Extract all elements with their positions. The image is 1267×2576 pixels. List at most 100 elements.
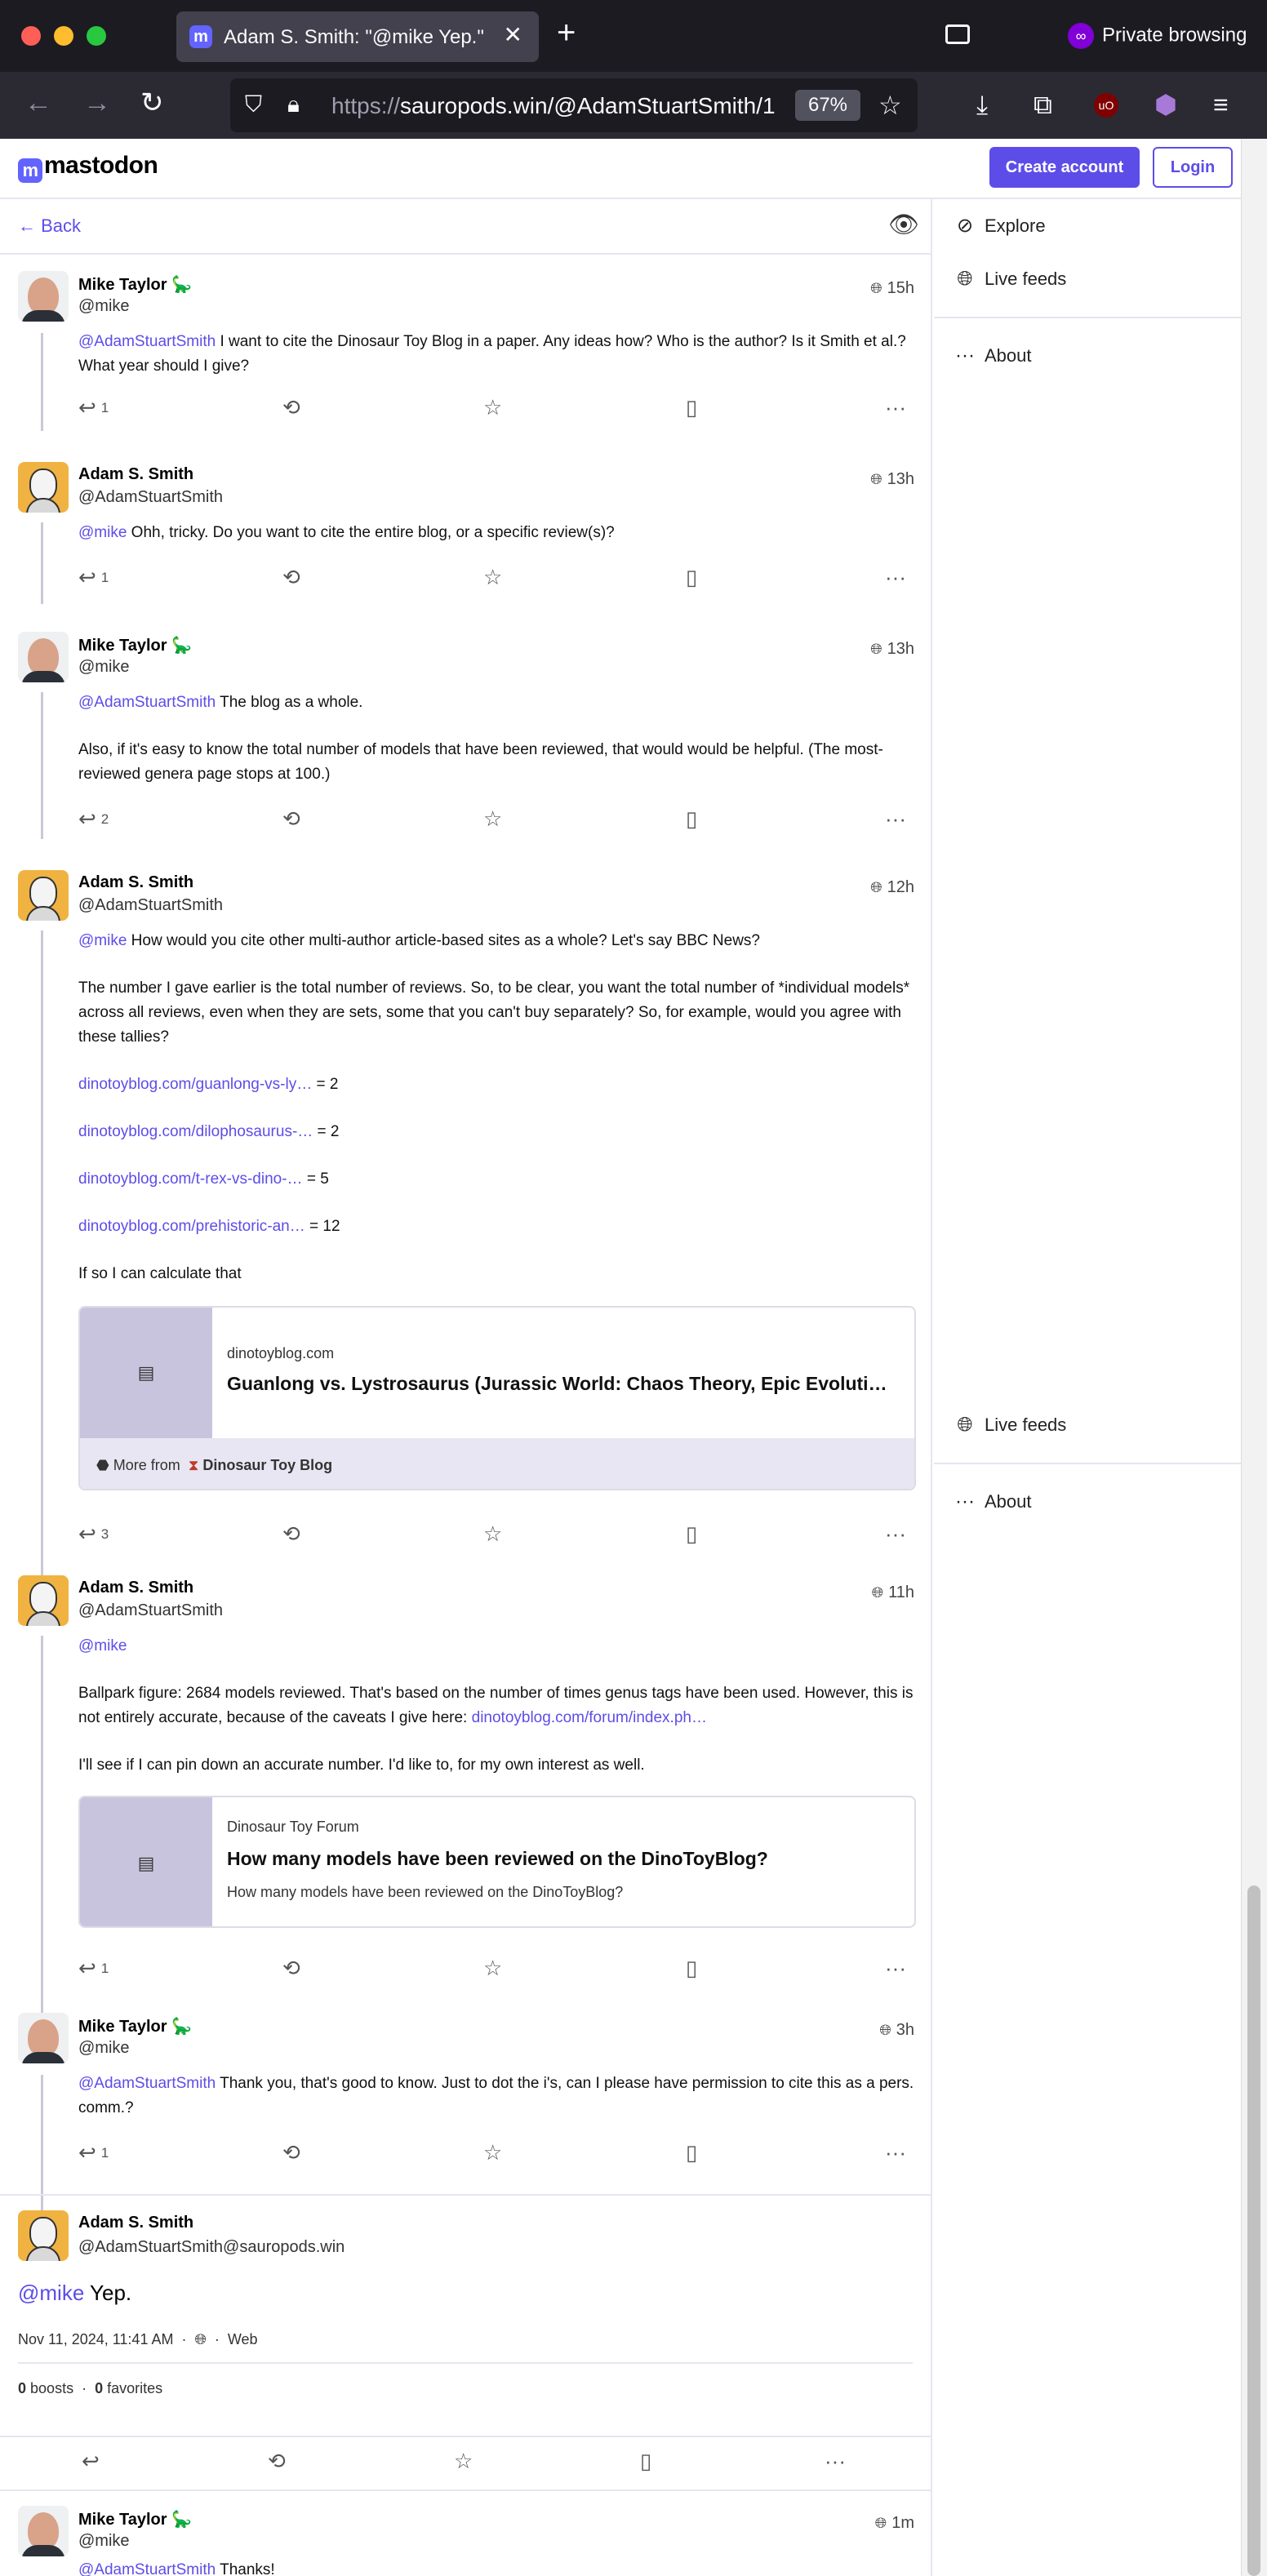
sidebar-item-live-feeds[interactable]: 🌐︎ Live feeds	[954, 268, 1066, 291]
reply-button[interactable]: ↩ 1	[78, 565, 109, 590]
account-handle[interactable]: @mike	[78, 2532, 130, 2551]
boost-button[interactable]: ⟲	[282, 806, 300, 831]
favorite-button[interactable]: ☆	[483, 395, 502, 420]
display-name[interactable]: Mike Taylor 🦕	[78, 274, 192, 295]
display-name[interactable]: Mike Taylor 🦕	[78, 2509, 192, 2529]
post-time[interactable]: 🌐︎ 13h	[870, 470, 914, 489]
more-button[interactable]: ···	[885, 395, 906, 420]
post-time[interactable]: 🌐︎ 13h	[870, 640, 914, 659]
post-link[interactable]: dinotoyblog.com/guanlong-vs-ly…	[78, 1076, 312, 1093]
boost-button[interactable]: ⟲	[268, 2449, 286, 2473]
sidebar-item-about[interactable]: ··· About	[954, 1490, 1032, 1513]
link-preview-card[interactable]: ▤ dinotoyblog.com Guanlong vs. Lystrosau…	[78, 1306, 916, 1490]
favorite-button[interactable]: ☆	[483, 1521, 502, 1546]
reply-button[interactable]: ↩	[82, 2449, 100, 2473]
boost-button[interactable]: ⟲	[282, 1521, 300, 1546]
display-name[interactable]: Adam S. Smith	[78, 465, 193, 484]
eye-icon[interactable]: 👁︎	[888, 211, 919, 239]
bookmark-button[interactable]: ▯	[686, 1956, 697, 1980]
avatar[interactable]	[18, 271, 69, 322]
favorites-label[interactable]: favorites	[107, 2380, 162, 2396]
post-time[interactable]: 🌐︎ 3h	[879, 2021, 914, 2040]
reply-button[interactable]: ↩ 2	[78, 806, 109, 832]
bookmark-button[interactable]: ▯	[686, 565, 697, 589]
reply-button[interactable]: ↩ 1	[78, 395, 109, 420]
sidebar-item-explore[interactable]: ⊘ Explore	[954, 214, 1046, 238]
card-author[interactable]: Dinosaur Toy Blog	[202, 1457, 332, 1473]
bookmark-button[interactable]: ▯	[686, 1521, 697, 1546]
login-button[interactable]: Login	[1153, 147, 1233, 188]
mention-link[interactable]: @AdamStuartSmith	[78, 2075, 216, 2092]
avatar[interactable]	[18, 462, 69, 513]
window-icon[interactable]	[945, 24, 970, 44]
close-window-button[interactable]	[21, 26, 41, 46]
reply-button[interactable]: ↩ 3	[78, 1521, 109, 1547]
bookmark-button[interactable]: ▯	[686, 806, 697, 831]
sidebar-item-live-feeds[interactable]: 🌐︎ Live feeds	[954, 1414, 1066, 1437]
zoom-level[interactable]: 67%	[795, 90, 860, 121]
card-title[interactable]: How many models have been reviewed on th…	[227, 1848, 905, 1870]
favorite-button[interactable]: ☆	[483, 565, 502, 589]
menu-icon[interactable]: ≡	[1213, 90, 1229, 119]
favorite-button[interactable]: ☆	[483, 806, 502, 831]
mention-link[interactable]: @mike	[78, 524, 127, 541]
display-name[interactable]: Mike Taylor 🦕	[78, 2016, 192, 2036]
close-tab-icon[interactable]: ✕	[504, 21, 522, 48]
back-button[interactable]: ← Back	[18, 215, 81, 237]
mention-link[interactable]: @AdamStuartSmith	[78, 333, 216, 350]
avatar[interactable]	[18, 2210, 69, 2261]
post-link[interactable]: dinotoyblog.com/t-rex-vs-dino-…	[78, 1170, 303, 1188]
reply-button[interactable]: ↩ 1	[78, 1956, 109, 1981]
reply-button[interactable]: ↩ 1	[78, 2140, 109, 2165]
card-title[interactable]: Guanlong vs. Lystrosaurus (Jurassic Worl…	[227, 1373, 905, 1395]
avatar[interactable]	[18, 2506, 69, 2556]
post-link[interactable]: dinotoyblog.com/dilophosaurus-…	[78, 1123, 313, 1140]
status-post[interactable]: Mike Taylor 🦕 @mike 🌐︎ 1m @AdamStuartSmit…	[0, 2506, 931, 2576]
status-post[interactable]: Mike Taylor 🦕 @mike 🌐︎ 13h @AdamStuartSmi…	[0, 632, 931, 836]
display-name[interactable]: Adam S. Smith	[78, 2214, 193, 2232]
sidebar-item-about[interactable]: ··· About	[954, 344, 1032, 367]
boost-button[interactable]: ⟲	[282, 1956, 300, 1980]
shield-icon[interactable]: ⛉	[245, 91, 262, 118]
post-link[interactable]: dinotoyblog.com/forum/index.ph…	[472, 1709, 707, 1726]
url-bar[interactable]: ⛉ 🔒︎ https://sauropods.win/@AdamStuartSm…	[230, 78, 918, 132]
avatar[interactable]	[18, 2013, 69, 2063]
post-date[interactable]: Nov 11, 2024, 11:41 AM	[18, 2331, 173, 2347]
more-button[interactable]: ···	[885, 1521, 906, 1546]
more-button[interactable]: ···	[885, 565, 906, 589]
mastodon-logo[interactable]: m mastodon	[18, 152, 158, 183]
download-icon[interactable]: ⤓	[976, 90, 988, 119]
display-name[interactable]: Adam S. Smith	[78, 1579, 193, 1597]
avatar[interactable]	[18, 632, 69, 682]
account-handle[interactable]: @mike	[78, 2039, 130, 2058]
display-name[interactable]: Adam S. Smith	[78, 873, 193, 892]
boost-button[interactable]: ⟲	[282, 565, 300, 589]
lock-icon[interactable]: 🔒︎	[287, 91, 300, 118]
account-handle[interactable]: @AdamStuartSmith	[78, 1601, 223, 1620]
create-account-button[interactable]: Create account	[989, 147, 1140, 188]
status-post[interactable]: Adam S. Smith @AdamStuartSmith 🌐︎ 12h @mi…	[0, 870, 931, 1564]
minimize-window-button[interactable]	[54, 26, 73, 46]
account-handle[interactable]: @AdamStuartSmith	[78, 896, 223, 915]
bookmark-star-icon[interactable]: ☆	[878, 90, 902, 121]
account-handle[interactable]: @mike	[78, 658, 130, 677]
boost-button[interactable]: ⟲	[282, 2140, 300, 2165]
post-time[interactable]: 🌐︎ 12h	[870, 878, 914, 897]
display-name[interactable]: Mike Taylor 🦕	[78, 635, 192, 655]
status-post[interactable]: Mike Taylor 🦕 @mike 🌐︎ 15h @AdamStuartSmi…	[0, 271, 931, 442]
status-post[interactable]: Adam S. Smith @AdamStuartSmith 🌐︎ 13h @mi…	[0, 462, 931, 617]
favorite-button[interactable]: ☆	[483, 1956, 502, 1980]
link-preview-card[interactable]: ▤ Dinosaur Toy Forum How many models hav…	[78, 1796, 916, 1928]
ublock-icon[interactable]: uO	[1094, 93, 1118, 118]
account-handle[interactable]: @AdamStuartSmith@sauropods.win	[78, 2238, 345, 2257]
forward-arrow-icon[interactable]: →	[83, 87, 111, 119]
extensions-icon[interactable]: ⧉	[1034, 90, 1052, 119]
cube-extension-icon[interactable]: ⬢	[1154, 90, 1177, 119]
post-link[interactable]: dinotoyblog.com/prehistoric-an…	[78, 1218, 305, 1235]
scrollbar-thumb[interactable]	[1247, 1885, 1260, 2576]
favorite-button[interactable]: ☆	[483, 2140, 502, 2165]
back-arrow-icon[interactable]: ←	[24, 87, 52, 119]
more-button[interactable]: ···	[885, 2140, 906, 2165]
maximize-window-button[interactable]	[87, 26, 106, 46]
bookmark-button[interactable]: ▯	[686, 395, 697, 420]
